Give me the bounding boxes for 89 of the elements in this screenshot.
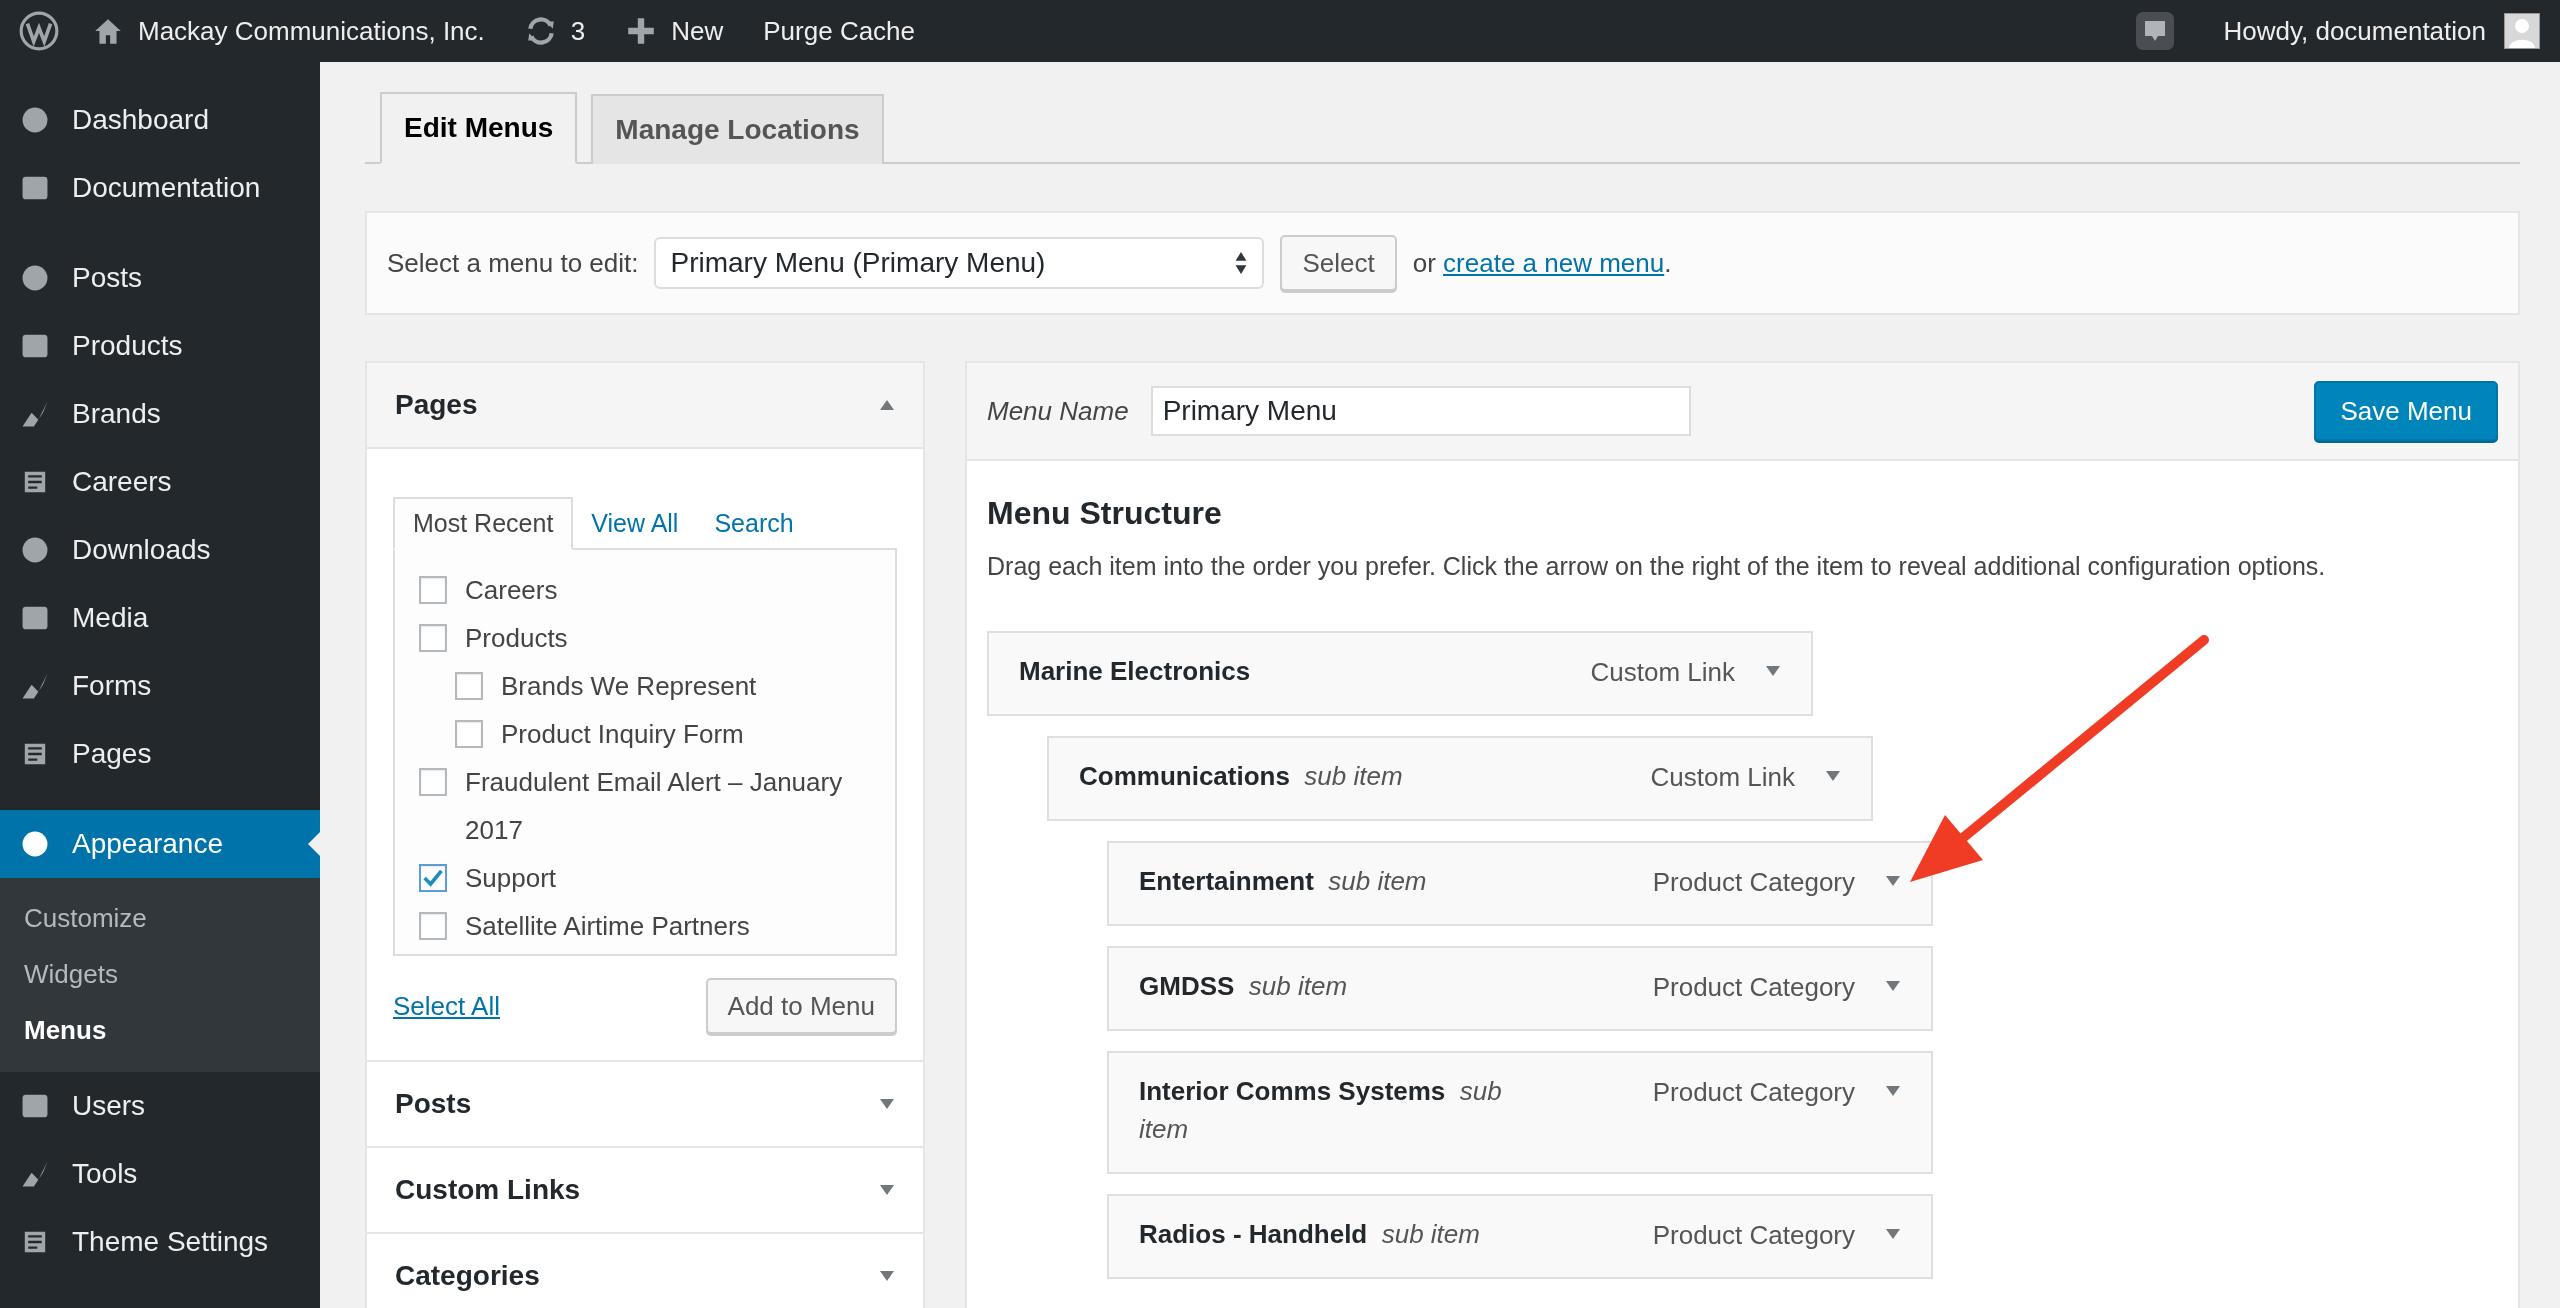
accordion-title: Posts	[395, 1088, 472, 1120]
new-link[interactable]: New	[671, 15, 724, 47]
menu-name-field[interactable]: Primary Menu	[1150, 386, 1691, 436]
accordion-header[interactable]: Posts	[365, 1062, 925, 1148]
page-label: Product Inquiry Form	[501, 718, 744, 751]
sidebar-item[interactable]: Dashboard	[0, 86, 320, 154]
tab[interactable]: Most Recent	[393, 497, 574, 550]
checkbox[interactable]	[419, 576, 447, 604]
checkbox[interactable]	[419, 912, 447, 940]
select-all-link[interactable]: Select All	[393, 990, 500, 1022]
page-label: Careers	[465, 574, 558, 607]
greeting-link[interactable]: Howdy, documentation	[2223, 15, 2486, 47]
menu-item[interactable]: Entertainment sub item Product Category	[1107, 841, 1933, 926]
sidebar-item[interactable]: Pages	[0, 720, 320, 788]
tab[interactable]: Search	[696, 499, 812, 548]
save-menu-button[interactable]: Save Menu	[2314, 381, 2498, 441]
menu-item[interactable]: GMDSS sub item Product Category	[1107, 946, 1933, 1031]
checkbox[interactable]	[455, 672, 483, 700]
select-label: Select a menu to edit:	[387, 247, 639, 279]
select-button[interactable]: Select	[1280, 235, 1397, 291]
page-label: Brands We Represent	[501, 670, 757, 703]
menu-item-type: Product Category	[1652, 972, 1855, 1003]
sidebar-item[interactable]: Tools	[0, 1140, 320, 1208]
menu-item[interactable]: Marine Electronics Custom Link	[987, 631, 1813, 716]
sidebar-item[interactable]: Brands	[0, 380, 320, 448]
menu-name-label: Menu Name	[987, 395, 1129, 427]
caret-icon[interactable]	[1825, 770, 1841, 782]
caret-icon[interactable]	[1885, 875, 1901, 887]
sidebar-item[interactable]: Documentation	[0, 154, 320, 222]
checkbox[interactable]	[419, 864, 447, 892]
caret-icon[interactable]	[1765, 665, 1781, 677]
updates-count[interactable]: 3	[570, 15, 586, 47]
sidebar-item[interactable]: Forms	[0, 652, 320, 720]
checkbox[interactable]	[455, 720, 483, 748]
menu-item[interactable]: Radios - Handheld sub item Product Category	[1107, 1194, 1933, 1279]
sidebar-item[interactable]: Media	[0, 584, 320, 652]
create-menu-text: or create a new menu.	[1412, 247, 1672, 279]
submenu-item[interactable]: Customize	[0, 890, 320, 946]
checkbox[interactable]	[419, 624, 447, 652]
purge-cache-link[interactable]: Purge Cache	[763, 15, 916, 47]
logo-icon[interactable]	[18, 10, 60, 52]
caret-icon[interactable]	[1885, 980, 1901, 992]
page-label: Products	[465, 622, 568, 655]
checkbox[interactable]	[419, 768, 447, 796]
caret-icon[interactable]	[1885, 1228, 1901, 1240]
accordion-header[interactable]: Pages	[365, 361, 925, 449]
sidebar-item[interactable]: Products	[0, 312, 320, 380]
accordion-header[interactable]: Custom Links	[365, 1148, 925, 1234]
sidebar-item[interactable]: Users	[0, 1072, 320, 1140]
menu-item-type: Custom Link	[1590, 657, 1735, 688]
accordion-title: Pages	[395, 389, 478, 421]
menu-item-type: Product Category	[1652, 867, 1855, 898]
page-label: Fraudulent Email Alert – January 2017	[465, 766, 844, 847]
site-name-link[interactable]: Mackay Communications, Inc.	[138, 15, 485, 47]
page-label: Support	[465, 862, 557, 895]
menu-item[interactable]: Interior Comms Systems sub item Product Category	[1107, 1051, 1933, 1174]
add-to-menu-button[interactable]: Add to Menu	[705, 978, 897, 1034]
accordion-title: Categories	[395, 1260, 540, 1292]
tab[interactable]: Edit Menus	[380, 92, 578, 164]
submenu-item[interactable]: Widgets	[0, 946, 320, 1002]
menu-item-title: Marine Electronics	[1019, 655, 1252, 688]
menu-item-title: Entertainment sub item	[1139, 865, 1428, 898]
caret-icon[interactable]	[1885, 1085, 1901, 1097]
menu-item-type: Product Category	[1652, 1077, 1855, 1108]
menu-item-type: Custom Link	[1650, 762, 1795, 793]
sidebar-item[interactable]: Posts	[0, 244, 320, 312]
create-menu-link[interactable]: create a new menu	[1443, 247, 1665, 278]
instructions-text: Drag each item into the order you prefer. Click the arrow on the right of the item to reveal additional configuration options.	[987, 552, 2327, 581]
avatar-icon[interactable]	[2504, 13, 2540, 49]
sidebar-item[interactable]: Appearance	[0, 810, 320, 878]
section-heading: Menu Structure	[987, 495, 1223, 532]
page-label: Satellite Airtime Partners	[465, 910, 750, 943]
comment-icon[interactable]	[2135, 11, 2176, 51]
menu-item-title: Radios - Handheld sub item	[1139, 1218, 1481, 1251]
sidebar-item[interactable]: Theme Settings	[0, 1208, 320, 1276]
select-arrows-icon	[1234, 251, 1249, 275]
menu-dropdown[interactable]: Primary Menu (Primary Menu)	[654, 237, 1265, 289]
menu-item-title: Interior Comms Systems sub item	[1139, 1075, 1503, 1146]
tab[interactable]: View All	[573, 499, 697, 548]
sidebar-item[interactable]: Downloads	[0, 516, 320, 584]
menu-item-type: Product Category	[1652, 1220, 1855, 1251]
accordion-title: Custom Links	[395, 1174, 581, 1206]
menu-item[interactable]: Communications sub item Custom Link	[1047, 736, 1873, 821]
sidebar-item[interactable]: Careers	[0, 448, 320, 516]
menu-item-title: GMDSS sub item	[1139, 970, 1349, 1003]
menu-item-title: Communications sub item	[1079, 760, 1404, 793]
tab[interactable]: Manage Locations	[591, 94, 884, 164]
submenu-item[interactable]: Menus	[0, 1002, 320, 1058]
accordion-header[interactable]: Categories	[365, 1234, 925, 1308]
